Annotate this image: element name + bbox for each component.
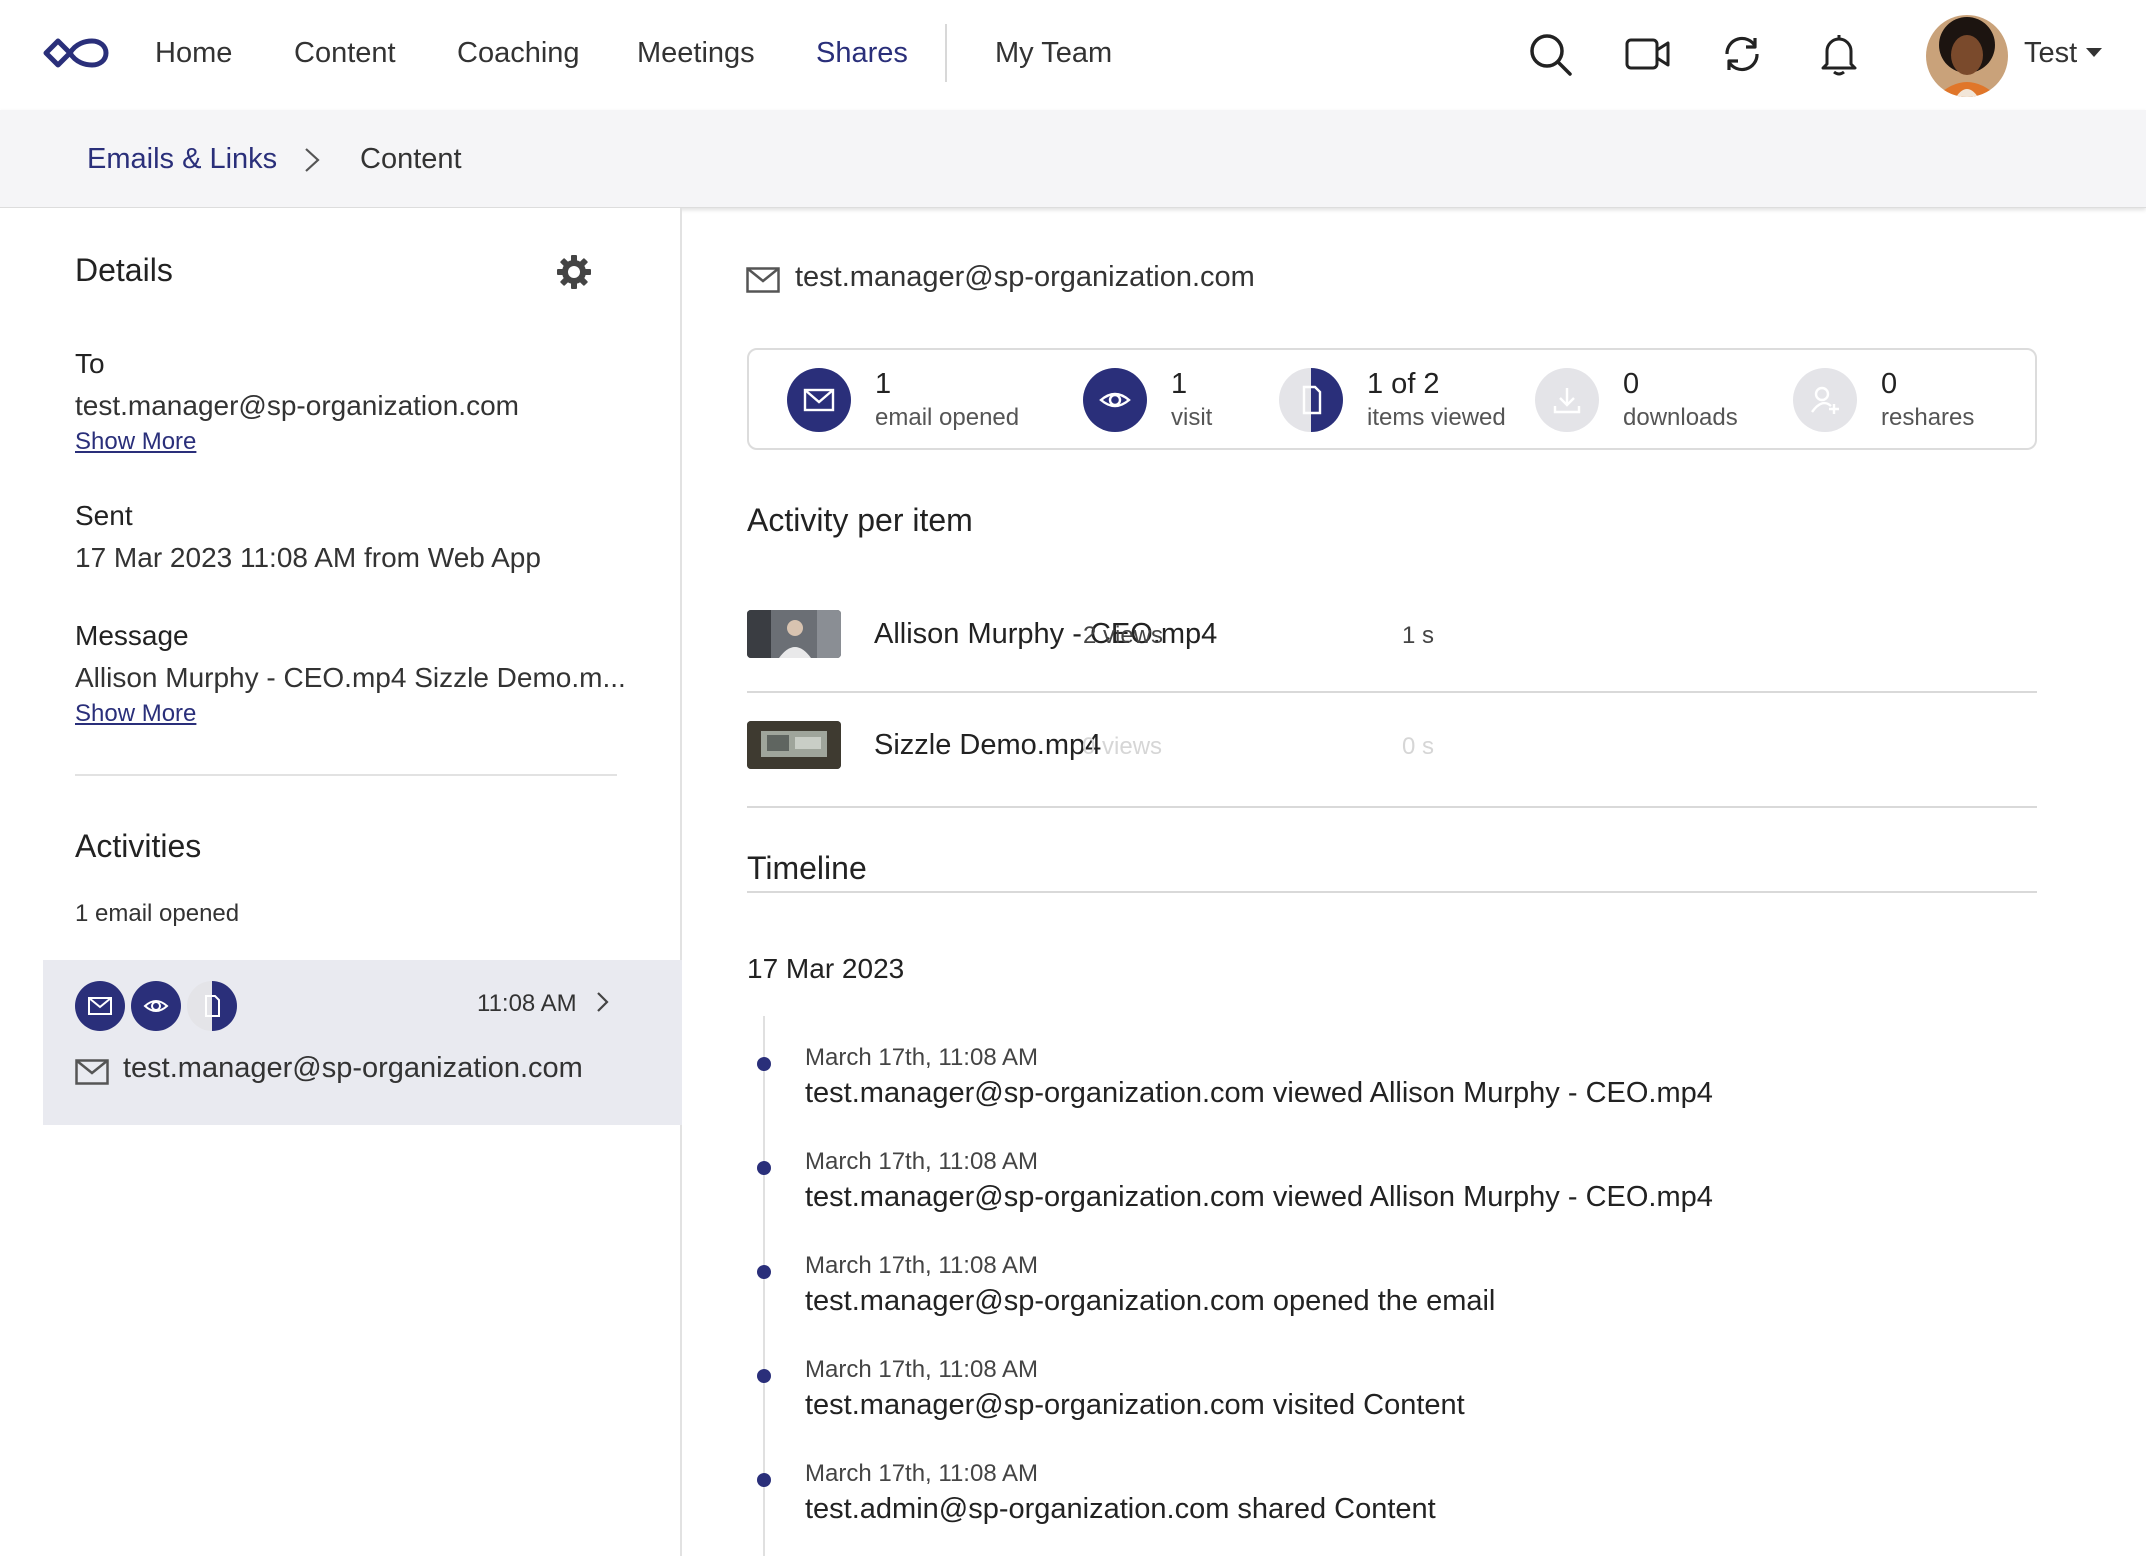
activities-title: Activities <box>75 828 202 864</box>
item-name[interactable]: Allison Murphy - CEO.mp4 <box>874 618 1217 651</box>
sent-label: Sent <box>75 500 133 531</box>
activity-time: 11:08 AM <box>477 990 577 1017</box>
stat-number: 0 <box>1623 368 1640 400</box>
stat-label: email opened <box>875 404 1020 431</box>
sync-icon[interactable] <box>1718 30 1766 78</box>
top-navigation-bar: Home Content Coaching Meetings Shares My… <box>0 0 2146 110</box>
nav-home[interactable]: Home <box>155 37 232 70</box>
timeline-time: March 17th, 11:08 AM <box>805 1460 1039 1487</box>
activity-card[interactable]: 11:08 AM test.manager@sp-organization.co… <box>43 960 682 1125</box>
mail-icon <box>787 368 851 432</box>
details-panel: Details To test.manager@sp-organization.… <box>0 208 682 1556</box>
stat-number: 1 of 2 <box>1367 368 1440 400</box>
timeline-entry: March 17th, 11:08 AM test.manager@sp-org… <box>749 1146 1949 1226</box>
document-icon <box>1279 368 1343 432</box>
details-divider <box>75 774 617 776</box>
download-icon <box>1535 368 1599 432</box>
timeline-text: test.manager@sp-organization.com viewed … <box>805 1181 1713 1213</box>
activity-per-item-title: Activity per item <box>747 502 973 538</box>
chevron-right-icon <box>305 148 320 172</box>
mail-outline-icon <box>746 267 780 293</box>
nav-my-team[interactable]: My Team <box>995 37 1112 70</box>
item-duration: 1 s <box>1402 622 1435 649</box>
timeline-text: test.manager@sp-organization.com viewed … <box>805 1077 1713 1109</box>
timeline-dot <box>757 1473 771 1487</box>
to-value: test.manager@sp-organization.com <box>75 390 519 421</box>
logo-icon[interactable] <box>40 30 110 76</box>
timeline-text: test.admin@sp-organization.com shared Co… <box>805 1493 1436 1525</box>
video-thumbnail <box>747 721 841 769</box>
chevron-right-icon[interactable] <box>595 990 611 1014</box>
timeline-dot <box>757 1161 771 1175</box>
message-value: Allison Murphy - CEO.mp4 Sizzle Demo.m..… <box>75 662 626 693</box>
eye-icon <box>131 981 181 1031</box>
timeline-time: March 17th, 11:08 AM <box>805 1252 1039 1279</box>
item-name[interactable]: Sizzle Demo.mp4 <box>874 729 1101 762</box>
video-thumbnail <box>747 610 841 658</box>
stat-label: items viewed <box>1367 404 1506 431</box>
item-views: 0 views <box>1082 733 1163 760</box>
user-avatar[interactable] <box>1926 15 2008 97</box>
timeline-entry: March 17th, 11:08 AM test.manager@sp-org… <box>749 1042 1949 1122</box>
timeline-text: test.manager@sp-organization.com visited… <box>805 1389 1465 1421</box>
add-user-icon <box>1793 368 1857 432</box>
timeline-text: test.manager@sp-organization.com opened … <box>805 1285 1496 1317</box>
bell-icon[interactable] <box>1815 30 1863 78</box>
main-content: test.manager@sp-organization.com 1 email… <box>684 208 2146 1556</box>
timeline-dot <box>757 1265 771 1279</box>
content-item-row[interactable]: Sizzle Demo.mp4 0 views 0 s <box>747 695 2037 808</box>
stat-label: reshares <box>1881 404 1975 431</box>
activity-email: test.manager@sp-organization.com <box>123 1052 583 1084</box>
nav-shares[interactable]: Shares <box>816 37 908 70</box>
timeline-entry: March 17th, 11:08 AM test.manager@sp-org… <box>749 1354 1949 1434</box>
eye-icon <box>1083 368 1147 432</box>
timeline-time: March 17th, 11:08 AM <box>805 1356 1039 1383</box>
sent-value: 17 Mar 2023 11:08 AM from Web App <box>75 542 541 573</box>
breadcrumb-current: Content <box>360 143 462 175</box>
search-icon[interactable] <box>1526 30 1574 78</box>
nav-content[interactable]: Content <box>294 37 396 70</box>
stat-label: visit <box>1171 404 1213 431</box>
item-views: 2 views <box>1083 622 1164 649</box>
mail-icon <box>75 981 125 1031</box>
user-name[interactable]: Test <box>2024 37 2077 70</box>
timeline-date: 17 Mar 2023 <box>747 953 905 984</box>
breadcrumb-link-emails-links[interactable]: Emails & Links <box>87 143 277 176</box>
timeline-dot <box>757 1369 771 1383</box>
timeline-dot <box>757 1057 771 1071</box>
content-item-row[interactable]: Allison Murphy - CEO.mp4 2 views 1 s <box>747 580 2037 693</box>
nav-meetings[interactable]: Meetings <box>637 37 755 70</box>
video-camera-icon[interactable] <box>1624 30 1672 78</box>
timeline-title: Timeline <box>747 850 867 886</box>
timeline-time: March 17th, 11:08 AM <box>805 1044 1039 1071</box>
stats-summary: 1 email opened 1 visit 1 of 2 items view… <box>747 348 2037 450</box>
show-more-recipients-link[interactable]: Show More <box>75 428 196 456</box>
stat-number: 0 <box>1881 368 1898 400</box>
gear-icon[interactable] <box>556 254 592 290</box>
timeline-time: March 17th, 11:08 AM <box>805 1148 1039 1175</box>
nav-divider <box>945 24 947 82</box>
message-label: Message <box>75 620 189 651</box>
stat-number: 1 <box>875 368 892 400</box>
caret-down-icon[interactable] <box>2086 48 2102 57</box>
breadcrumb: Emails & Links Content <box>0 110 2146 208</box>
to-label: To <box>75 348 105 379</box>
nav-coaching[interactable]: Coaching <box>457 37 580 70</box>
stat-number: 1 <box>1171 368 1188 400</box>
item-duration: 0 s <box>1402 733 1435 760</box>
stat-label: downloads <box>1623 404 1738 431</box>
details-title: Details <box>75 252 173 288</box>
activities-summary: 1 email opened <box>75 900 240 927</box>
timeline-entry: March 17th, 11:08 AM test.manager@sp-org… <box>749 1250 1949 1330</box>
recipient-email: test.manager@sp-organization.com <box>795 261 1255 293</box>
show-more-message-link[interactable]: Show More <box>75 700 196 728</box>
timeline-entry: March 17th, 11:08 AM test.admin@sp-organ… <box>749 1458 1949 1538</box>
mail-outline-icon <box>75 1059 109 1085</box>
document-icon <box>187 981 237 1031</box>
